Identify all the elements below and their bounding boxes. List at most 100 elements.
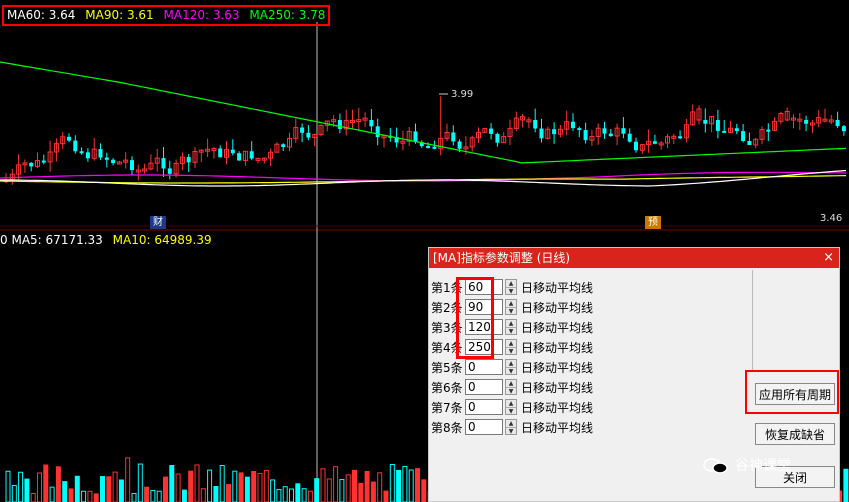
spin-up-icon[interactable]: ▲ (506, 280, 516, 287)
spinner-5[interactable]: ▲ ▼ (505, 359, 517, 375)
volume-bar (402, 465, 408, 502)
volume-bar (30, 492, 36, 502)
candle-body (104, 157, 109, 160)
spin-up-icon[interactable]: ▲ (506, 320, 516, 327)
spin-down-icon[interactable]: ▼ (506, 347, 516, 355)
spin-down-icon[interactable]: ▼ (506, 427, 516, 435)
volume-bar (181, 489, 187, 502)
volume-bar (238, 472, 244, 502)
candle-body (621, 128, 626, 134)
candle-body (29, 162, 34, 167)
row-suffix: 日移动平均线 (521, 381, 594, 395)
period-input-4[interactable]: 250 (465, 339, 503, 355)
spin-down-icon[interactable]: ▼ (506, 367, 516, 375)
spinner-2[interactable]: ▲ ▼ (505, 299, 517, 315)
period-input-5[interactable]: 0 (465, 359, 503, 375)
divider (752, 270, 753, 370)
candle-body (85, 152, 90, 159)
candle-body (533, 120, 538, 129)
spinner-6[interactable]: ▲ ▼ (505, 379, 517, 395)
forecast-marker[interactable]: 预 (645, 216, 661, 229)
volume-bar (100, 476, 105, 502)
volume-bar (276, 489, 282, 502)
row-suffix: 日移动平均线 (521, 321, 594, 335)
period-input-8[interactable]: 0 (465, 419, 503, 435)
row-label: 第1条 (431, 281, 463, 295)
period-input-3[interactable]: 120 (465, 319, 503, 335)
spin-down-icon[interactable]: ▼ (506, 287, 516, 295)
volume-bar (144, 486, 150, 502)
period-input-7[interactable]: 0 (465, 399, 503, 415)
spin-down-icon[interactable]: ▼ (506, 307, 516, 315)
volume-bar (49, 486, 55, 502)
candle-body (489, 128, 494, 134)
candle-body (457, 141, 462, 149)
close-icon[interactable]: × (823, 248, 834, 268)
spin-up-icon[interactable]: ▲ (506, 340, 516, 347)
row-label: 第2条 (431, 301, 463, 315)
volume-bar (93, 493, 99, 502)
spinner-7[interactable]: ▲ ▼ (505, 399, 517, 415)
spin-up-icon[interactable]: ▲ (506, 400, 516, 407)
period-input-2[interactable]: 90 (465, 299, 503, 315)
candle-body (804, 120, 809, 124)
restore-default-button[interactable]: 恢复成缺省 (755, 423, 835, 445)
volume-bar (156, 490, 162, 502)
candle-body (130, 160, 134, 171)
volume-bar (125, 457, 131, 502)
spin-down-icon[interactable]: ▼ (506, 387, 516, 395)
volume-bar (377, 472, 383, 502)
spinner-3[interactable]: ▲ ▼ (505, 319, 517, 335)
spin-up-icon[interactable]: ▲ (506, 300, 516, 307)
candle-body (602, 128, 607, 134)
candle-body (249, 151, 254, 159)
candle-body (571, 121, 575, 129)
candle-body (652, 141, 657, 144)
candle-body (741, 131, 746, 141)
ma90-legend: MA90: 3.61 (85, 8, 154, 22)
volume-bar (226, 484, 231, 502)
candle-body (552, 129, 557, 135)
volume-bar (24, 478, 30, 502)
volume-bar (81, 490, 87, 502)
ma120-legend: MA120: 3.63 (163, 8, 240, 22)
candle-body (766, 129, 771, 132)
financial-report-marker[interactable]: 财 (150, 216, 166, 229)
row-suffix: 日移动平均线 (521, 281, 594, 295)
volume-bar (352, 469, 357, 502)
volume-bar (5, 470, 11, 502)
candle-body (426, 146, 431, 149)
spin-down-icon[interactable]: ▼ (506, 327, 516, 335)
volume-bar (219, 465, 225, 502)
volume-bar (118, 479, 124, 502)
candle-body (715, 120, 720, 131)
candle-body (218, 148, 223, 158)
candle-body (747, 140, 752, 145)
spin-up-icon[interactable]: ▲ (506, 420, 516, 427)
volume-legend: 0 MA5: 67171.33 MA10: 64989.39 (0, 233, 212, 247)
ma10-value: 64989.39 (154, 233, 212, 247)
volume-bar (257, 472, 263, 502)
volume-bar (320, 468, 326, 502)
volume-bar (232, 470, 238, 502)
spinner-4[interactable]: ▲ ▼ (505, 339, 517, 355)
spinner-1[interactable]: ▲ ▼ (505, 279, 517, 295)
candle-body (281, 144, 286, 147)
period-input-1[interactable]: 60 (465, 279, 503, 295)
volume-bar (131, 492, 137, 502)
volume-bar (112, 471, 118, 502)
spin-up-icon[interactable]: ▲ (506, 380, 516, 387)
period-input-6[interactable]: 0 (465, 379, 503, 395)
volume-prefix: 0 (0, 233, 8, 247)
apply-all-periods-button[interactable]: 应用所有周期 (755, 383, 835, 405)
spinner-8[interactable]: ▲ ▼ (505, 419, 517, 435)
candle-body (608, 133, 613, 137)
spin-up-icon[interactable]: ▲ (506, 360, 516, 367)
spin-down-icon[interactable]: ▼ (506, 407, 516, 415)
volume-bar (106, 476, 112, 502)
volume-bar (68, 488, 74, 502)
volume-bar (408, 469, 414, 502)
candle-body (98, 149, 103, 158)
volume-bar (55, 466, 61, 502)
row-label: 第6条 (431, 381, 463, 395)
